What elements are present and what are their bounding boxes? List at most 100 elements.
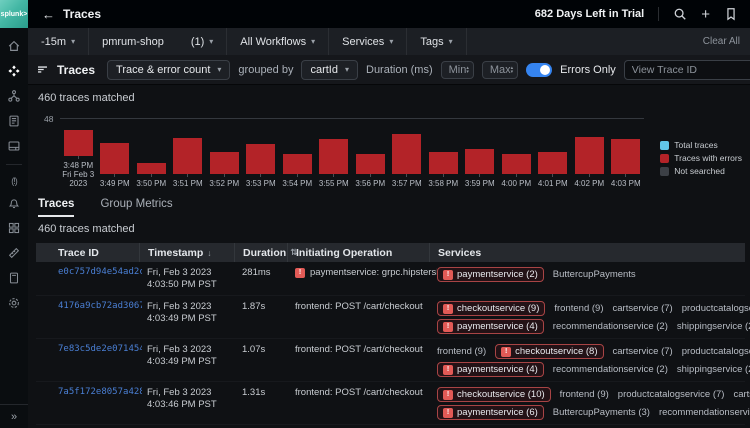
error-service-chip[interactable]: !paymentservice (2) bbox=[437, 267, 544, 282]
service-chip[interactable]: frontend (9) bbox=[560, 389, 609, 400]
duration-min-input[interactable]: Min ▴▾ bbox=[441, 61, 474, 79]
chart-bar[interactable]: 3:55 PM bbox=[316, 118, 353, 188]
bookmark-icon[interactable] bbox=[724, 7, 738, 21]
service-chip[interactable]: frontend (9) bbox=[554, 303, 603, 314]
sidebar-item-notifications[interactable] bbox=[0, 193, 28, 218]
chevron-down-icon: ▾ bbox=[311, 37, 315, 46]
view-trace-id-input[interactable] bbox=[624, 60, 750, 80]
bell-icon bbox=[7, 196, 21, 215]
chart-bar[interactable]: 3:51 PM bbox=[170, 118, 207, 188]
sidebar-item-alerts[interactable]: (!) bbox=[0, 168, 28, 193]
x-axis-label: 3:54 PM bbox=[282, 179, 312, 188]
chart-bar[interactable]: 4:03 PM bbox=[608, 118, 645, 188]
trace-id-link[interactable]: e0c757d94e54ad2c31a... bbox=[58, 267, 142, 277]
cell-duration: 281ms bbox=[242, 267, 295, 278]
cell-services: !checkoutservice (9) frontend (9) cartserv… bbox=[437, 301, 750, 334]
service-chip[interactable]: frontend (9) bbox=[437, 346, 486, 357]
environment-picker[interactable]: pmrum-shop (1) ▾ bbox=[89, 28, 226, 55]
sidebar-item-incidents[interactable] bbox=[0, 268, 28, 293]
search-icon[interactable] bbox=[673, 7, 687, 21]
service-chip[interactable]: cartservice (7) bbox=[613, 303, 673, 314]
chart-bar[interactable]: 4:01 PM bbox=[535, 118, 572, 188]
add-plus-icon[interactable]: + bbox=[701, 7, 710, 22]
error-service-chip[interactable]: !paymentservice (4) bbox=[437, 319, 544, 334]
trace-id-link[interactable]: 4176a9cb72ad3067 bbox=[58, 301, 142, 311]
x-axis-tick bbox=[552, 174, 553, 177]
sidebar-item-infrastructure[interactable] bbox=[0, 86, 28, 111]
apm-icon bbox=[7, 64, 21, 83]
error-service-chip[interactable]: !paymentservice (6) bbox=[437, 405, 544, 420]
column-header-initiating-operation[interactable]: Initiating Operation bbox=[287, 243, 437, 262]
service-chip[interactable]: productcatalogservice (7) bbox=[618, 389, 725, 400]
column-header-duration[interactable]: Duration⇅ bbox=[234, 243, 295, 262]
error-service-chip[interactable]: !checkoutservice (8) bbox=[495, 344, 603, 359]
sidebar-item-apm[interactable] bbox=[0, 61, 28, 86]
chart-bar[interactable]: 3:58 PM bbox=[425, 118, 462, 188]
errors-only-toggle[interactable] bbox=[526, 63, 552, 77]
service-chip[interactable]: recommendationservice (2) bbox=[553, 364, 668, 375]
chart-bar[interactable]: 4:02 PM bbox=[571, 118, 608, 188]
sidebar-expand-button[interactable]: » bbox=[0, 404, 28, 428]
sidebar-item-settings[interactable] bbox=[0, 293, 28, 318]
main-content: 460 traces matched 48 3:48 PMFri Feb 320… bbox=[28, 86, 750, 428]
chart-bar[interactable]: 3:49 PM bbox=[97, 118, 134, 188]
chart-bar[interactable]: 3:56 PM bbox=[352, 118, 389, 188]
duration-max-input[interactable]: Max ▴▾ bbox=[482, 61, 518, 79]
service-chip[interactable]: shippingservice (2) bbox=[677, 364, 750, 375]
tab-traces[interactable]: Traces bbox=[38, 198, 74, 217]
sidebar-item-home[interactable] bbox=[0, 36, 28, 61]
chart-bar[interactable]: 3:52 PM bbox=[206, 118, 243, 188]
max-placeholder: Max bbox=[490, 64, 511, 76]
legend-label: Total traces bbox=[674, 140, 717, 150]
service-chip[interactable]: recommendationservice (2) bbox=[553, 321, 668, 332]
x-axis-tick bbox=[187, 174, 188, 177]
sidebar-item-log-observer[interactable] bbox=[0, 111, 28, 136]
clear-all-button[interactable]: Clear All bbox=[703, 36, 750, 47]
trace-id-link[interactable]: 7e83c5de2e071454 bbox=[58, 344, 142, 354]
metric-type-select[interactable]: Trace & error count ▾ bbox=[107, 60, 230, 80]
column-header-trace-id[interactable]: Trace ID bbox=[50, 243, 147, 262]
chart-bar[interactable]: 3:48 PMFri Feb 32023 bbox=[60, 118, 97, 188]
tab-group-metrics[interactable]: Group Metrics bbox=[100, 198, 172, 217]
service-chip[interactable]: recommendationservice (2) bbox=[659, 407, 750, 418]
tags-picker[interactable]: Tags ▾ bbox=[407, 28, 465, 55]
error-service-chip[interactable]: !paymentservice (4) bbox=[437, 362, 544, 377]
chart-bar[interactable]: 4:00 PM bbox=[498, 118, 535, 188]
back-arrow-icon[interactable]: ← bbox=[42, 7, 55, 22]
service-chip[interactable]: cartservice (7) bbox=[613, 346, 673, 357]
column-header-services[interactable]: Services bbox=[429, 243, 745, 262]
error-service-chip[interactable]: !checkoutservice (10) bbox=[437, 387, 551, 402]
service-chip[interactable]: productcatalogservice (6) bbox=[682, 303, 750, 314]
chart-bar[interactable]: 3:57 PM bbox=[389, 118, 426, 188]
service-chip[interactable]: productcatalogservice (6) bbox=[682, 346, 750, 357]
service-chip[interactable]: ButtercupPayments bbox=[553, 269, 636, 280]
table-matched-count: 460 traces matched bbox=[28, 217, 750, 237]
services-picker[interactable]: Services ▾ bbox=[329, 28, 406, 55]
x-axis-label: 3:53 PM bbox=[246, 179, 276, 188]
table-body: e0c757d94e54ad2c31a...Fri, Feb 3 20234:0… bbox=[36, 262, 745, 428]
chart-bar[interactable]: 3:50 PM bbox=[133, 118, 170, 188]
chart-bar[interactable]: 3:59 PM bbox=[462, 118, 499, 188]
splunk-logo[interactable]: splunk> bbox=[0, 0, 28, 28]
stepper-icons[interactable]: ▴▾ bbox=[511, 66, 514, 74]
legend-swatch bbox=[660, 167, 669, 176]
service-chip[interactable]: shippingservice (2) bbox=[677, 321, 750, 332]
sidebar-divider bbox=[6, 164, 22, 165]
workflows-picker[interactable]: All Workflows ▾ bbox=[227, 28, 328, 55]
services-line: !paymentservice (4) recommendationservice… bbox=[437, 319, 750, 334]
trace-id-link[interactable]: 7a5f172e8057a428 bbox=[58, 387, 142, 397]
sidebar-item-metrics[interactable] bbox=[0, 243, 28, 268]
group-by-select[interactable]: cartId ▾ bbox=[301, 60, 358, 80]
column-header-timestamp[interactable]: Timestamp↓ bbox=[139, 243, 242, 262]
service-chip[interactable]: cartservice (7) bbox=[733, 389, 750, 400]
chart-bar[interactable]: 3:54 PM bbox=[279, 118, 316, 188]
sidebar-item-rum[interactable] bbox=[0, 136, 28, 161]
service-chip[interactable]: ButtercupPayments (3) bbox=[553, 407, 650, 418]
stepper-icons[interactable]: ▴▾ bbox=[466, 66, 469, 74]
sidebar-item-dashboards[interactable] bbox=[0, 218, 28, 243]
grid-icon bbox=[7, 221, 21, 240]
error-service-chip[interactable]: !checkoutservice (9) bbox=[437, 301, 545, 316]
error-icon: ! bbox=[443, 270, 453, 280]
chart-bar[interactable]: 3:53 PM bbox=[243, 118, 280, 188]
time-range-picker[interactable]: -15m ▾ bbox=[28, 28, 88, 55]
